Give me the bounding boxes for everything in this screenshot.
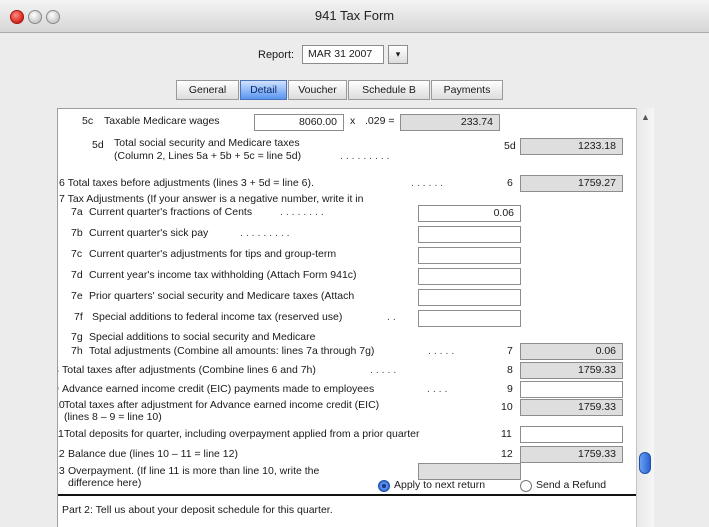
line-11-tag: 11	[501, 428, 512, 440]
line-13-label-1: Overpayment. (If line 11 is more than li…	[68, 465, 320, 477]
report-dropdown-button[interactable]: ▾	[388, 45, 408, 64]
line-7g-label: Special additions to social security and…	[89, 331, 316, 343]
line-7b-label: Current quarter's sick pay	[89, 227, 209, 239]
line-13-amount-field	[418, 463, 521, 480]
line-5d-num: 5d	[92, 139, 104, 151]
line-5c-amount-field: 233.74	[400, 114, 500, 131]
line-5c-times: x	[350, 115, 356, 127]
vertical-scrollbar[interactable]: ▲	[636, 108, 654, 527]
tab-general[interactable]: General	[176, 80, 239, 100]
line-10-amount-field: 1759.33	[520, 399, 623, 416]
line-5c-rate: .029 =	[365, 115, 395, 127]
line-7d-num: 7d	[71, 269, 83, 281]
line-8-dots: . . . . .	[370, 364, 397, 376]
line-13-num: 13	[58, 465, 65, 477]
line-7c-field[interactable]	[418, 247, 521, 264]
line-5d-tag: 5d	[504, 140, 516, 152]
line-7h-label: Total adjustments (Combine all amounts: …	[89, 345, 375, 357]
line-11-amount-field[interactable]	[520, 426, 623, 443]
part-2-heading: Part 2: Tell us about your deposit sched…	[62, 504, 333, 516]
line-6-dots: . . . . . .	[411, 177, 444, 189]
line-7b-field[interactable]	[418, 226, 521, 243]
line-13-label-2: difference here)	[68, 477, 142, 489]
apply-to-next-return-label[interactable]: Apply to next return	[394, 479, 485, 491]
line-7a-field[interactable]: 0.06	[418, 205, 521, 222]
line-5d-dots: . . . . . . . . .	[340, 150, 390, 162]
line-7e-num: 7e	[71, 290, 83, 302]
line-7e-field[interactable]	[418, 289, 521, 306]
report-select[interactable]: MAR 31 2007	[302, 45, 384, 64]
line-7f-num: 7f	[74, 311, 83, 323]
send-a-refund-radio[interactable]	[520, 480, 532, 492]
scroll-thumb[interactable]	[639, 452, 651, 474]
apply-to-next-return-radio[interactable]	[378, 480, 390, 492]
line-5c-num: 5c	[82, 115, 94, 127]
line-7d-label: Current year's income tax withholding (A…	[89, 269, 357, 281]
line-9-label: Advance earned income credit (EIC) payme…	[62, 383, 375, 395]
line-7d-field[interactable]	[418, 268, 521, 285]
line-8-amount-field: 1759.33	[520, 362, 623, 379]
tab-bar: General Detail Voucher Schedule B Paymen…	[0, 80, 709, 102]
window-title: 941 Tax Form	[314, 8, 395, 23]
line-5d-label-2: (Column 2, Lines 5a + 5b + 5c = line 5d)	[114, 150, 302, 162]
line-5c-label: Taxable Medicare wages	[104, 115, 220, 127]
line-7h-amount-field: 0.06	[520, 343, 623, 360]
report-selector-row: Report: MAR 31 2007 ▾	[0, 44, 709, 68]
line-7h-tag: 7	[507, 345, 513, 357]
line-8-tag: 8	[507, 364, 513, 376]
tab-voucher[interactable]: Voucher	[288, 80, 347, 100]
line-7h-num: 7h	[71, 345, 83, 357]
section-divider	[58, 494, 639, 496]
line-7a-label: Current quarter's fractions of Cents	[89, 206, 253, 218]
line-7c-label: Current quarter's adjustments for tips a…	[89, 248, 337, 260]
line-7a-dots: . . . . . . . .	[280, 206, 324, 218]
title-bar[interactable]: 941 Tax Form	[0, 0, 709, 33]
line-7e-label: Prior quarters' social security and Medi…	[89, 290, 355, 302]
line-5c-wages-field[interactable]: 8060.00	[254, 114, 344, 131]
line-6-amount-field: 1759.27	[520, 175, 623, 192]
line-9-tag: 9	[507, 383, 513, 395]
tab-detail[interactable]: Detail	[240, 80, 287, 100]
line-7-label: 7 Tax Adjustments (If your answer is a n…	[59, 193, 364, 205]
send-a-refund-label[interactable]: Send a Refund	[536, 479, 606, 491]
tax-form-window: 941 Tax Form Report: MAR 31 2007 ▾ Gener…	[0, 0, 709, 527]
line-10-tag: 10	[501, 401, 513, 413]
scroll-up-icon[interactable]: ▲	[637, 108, 654, 126]
line-10-label-1: Total taxes after adjustment for Advance…	[64, 399, 380, 411]
line-7f-dots: . .	[387, 311, 396, 323]
line-12-amount-field: 1759.33	[520, 446, 623, 463]
line-6-label: 6 Total taxes before adjustments (lines …	[59, 177, 314, 189]
tab-payments[interactable]: Payments	[431, 80, 503, 100]
line-11-label: Total deposits for quarter, including ov…	[64, 428, 420, 440]
line-7f-label: Special additions to federal income tax …	[92, 311, 343, 323]
report-label: Report:	[258, 49, 295, 61]
line-11-num: 11	[58, 428, 64, 440]
line-12-num: 12	[58, 448, 65, 460]
line-10-label-2: (lines 8 – 9 = line 10)	[64, 411, 162, 423]
detail-form-panel: 5c Taxable Medicare wages 8060.00 x .029…	[57, 108, 640, 527]
line-8-num: 8	[58, 364, 59, 376]
line-7c-num: 7c	[71, 248, 83, 260]
line-8-label: Total taxes after adjustments (Combine l…	[62, 364, 316, 376]
line-7h-dots: . . . . .	[428, 345, 455, 357]
line-12-label: Balance due (lines 10 – 11 = line 12)	[68, 448, 238, 460]
line-5d-amount-field: 1233.18	[520, 138, 623, 155]
line-12-tag: 12	[501, 448, 513, 460]
line-9-dots: . . . .	[427, 383, 448, 395]
line-7a-num: 7a	[71, 206, 83, 218]
chevron-down-icon: ▾	[395, 49, 401, 59]
line-7g-num: 7g	[71, 331, 83, 343]
line-6-tag: 6	[507, 177, 513, 189]
line-7f-field[interactable]	[418, 310, 521, 327]
line-7b-dots: . . . . . . . . .	[240, 227, 290, 239]
line-5d-label-1: Total social security and Medicare taxes	[114, 137, 300, 149]
tab-schedule-b[interactable]: Schedule B	[348, 80, 430, 100]
line-9-amount-field[interactable]	[520, 381, 623, 398]
line-9-num: 9	[58, 383, 59, 395]
line-7b-num: 7b	[71, 227, 83, 239]
